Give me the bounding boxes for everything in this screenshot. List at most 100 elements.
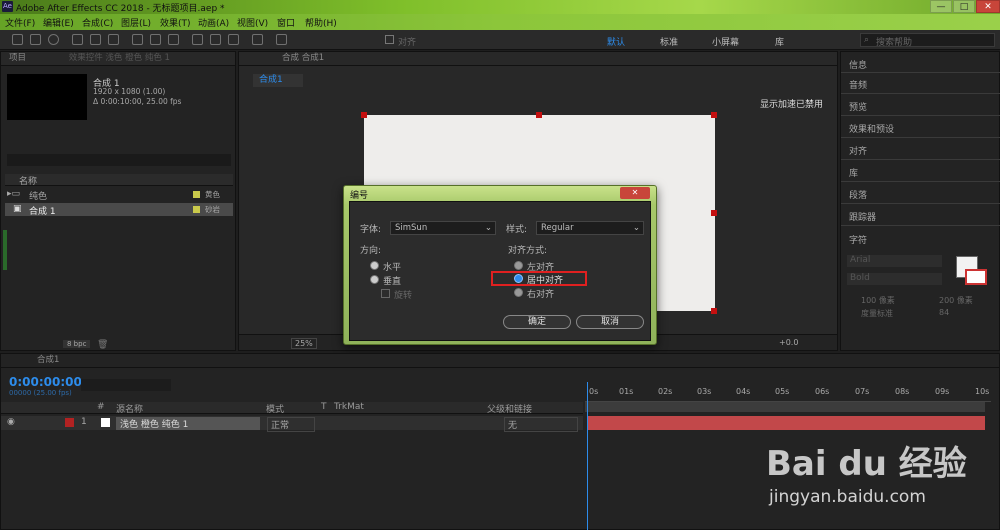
- panel-library[interactable]: 库: [849, 166, 858, 179]
- bpc-button[interactable]: 8 bpc: [63, 340, 91, 348]
- panel-effects-presets[interactable]: 效果和预设: [849, 122, 894, 135]
- radio-vertical[interactable]: [370, 275, 379, 284]
- roto-brush-tool-icon[interactable]: [252, 34, 263, 45]
- tick-label: 02s: [658, 387, 673, 396]
- col-trkmat[interactable]: TrkMat: [334, 402, 364, 412]
- tab-timeline[interactable]: 合成1: [37, 355, 59, 365]
- puppet-tool-icon[interactable]: [276, 34, 287, 45]
- tab-project[interactable]: 项目: [9, 53, 26, 63]
- col-parent[interactable]: 父级和链接: [487, 402, 532, 415]
- current-timecode[interactable]: 0:00:00:00: [9, 375, 82, 389]
- zoom-dropdown[interactable]: 25%: [291, 338, 317, 349]
- font-size-value[interactable]: 100 像素: [861, 295, 895, 306]
- eraser-tool-icon[interactable]: [228, 34, 239, 45]
- workspace-default[interactable]: 默认: [607, 35, 625, 48]
- playhead[interactable]: [587, 382, 588, 530]
- transform-handle[interactable]: [536, 112, 542, 118]
- rectangle-tool-icon[interactable]: [132, 34, 143, 45]
- tab-composition[interactable]: 合成 合成1: [282, 53, 324, 63]
- mode-dropdown[interactable]: 正常: [267, 417, 315, 432]
- col-source-name[interactable]: 源名称: [116, 402, 143, 415]
- font-dropdown[interactable]: SimSun ⌄: [390, 221, 496, 235]
- zoom-tool-icon[interactable]: [48, 34, 59, 45]
- exposure-value[interactable]: +0.0: [779, 338, 798, 347]
- menu-view[interactable]: 视图(V): [237, 16, 268, 29]
- panel-audio[interactable]: 音频: [849, 78, 867, 91]
- search-help-input[interactable]: ⌕ 搜索帮助: [860, 33, 995, 48]
- work-area-bar[interactable]: [585, 402, 985, 412]
- panel-preview[interactable]: 预览: [849, 100, 867, 113]
- label-color-swatch[interactable]: [193, 191, 200, 198]
- trash-icon[interactable]: 🗑: [97, 340, 108, 350]
- tab-effect-controls[interactable]: 效果控件 浅色 橙色 纯色 1: [69, 53, 170, 63]
- menu-composition[interactable]: 合成(C): [82, 16, 113, 29]
- search-placeholder: 搜索帮助: [876, 38, 913, 48]
- leading-value[interactable]: 200 像素: [939, 295, 973, 306]
- col-t[interactable]: T: [321, 402, 327, 412]
- align-checkbox[interactable]: [385, 35, 394, 44]
- workspace-small-screen[interactable]: 小屏幕: [712, 35, 739, 48]
- label-color-swatch[interactable]: [193, 206, 200, 213]
- transform-handle[interactable]: [361, 112, 367, 118]
- transform-handle[interactable]: [711, 210, 717, 216]
- type-tool-icon[interactable]: [168, 34, 179, 45]
- panel-character[interactable]: 字符: [849, 233, 867, 246]
- menu-file[interactable]: 文件(F): [5, 16, 35, 29]
- dialog-body: 字体: SimSun ⌄ 样式: Regular ⌄ 方向: 水平 垂直 旋转 …: [349, 201, 651, 341]
- menu-window[interactable]: 窗口: [277, 16, 295, 29]
- font-family-dropdown[interactable]: Arial: [847, 255, 942, 267]
- panel-info[interactable]: 信息: [849, 58, 867, 71]
- parent-dropdown[interactable]: 无: [504, 417, 578, 432]
- visibility-eye-icon[interactable]: ◉: [7, 417, 15, 427]
- panel-paragraph[interactable]: 段落: [849, 188, 867, 201]
- col-mode[interactable]: 模式: [266, 402, 284, 415]
- timeline-search-input[interactable]: [81, 379, 171, 391]
- time-ruler[interactable]: 0s 01s 02s 03s 04s 05s 06s 07s 08s 09s 1…: [585, 384, 991, 402]
- radio-horizontal[interactable]: [370, 261, 379, 270]
- project-search-input[interactable]: [7, 154, 231, 166]
- camera-tool-icon[interactable]: [90, 34, 101, 45]
- radio-align-left[interactable]: [514, 261, 523, 270]
- clone-tool-icon[interactable]: [210, 34, 221, 45]
- table-row[interactable]: ◉ 1 浅色 橙色 纯色 1 正常 无: [1, 416, 583, 432]
- maximize-button[interactable]: □: [953, 0, 975, 13]
- radio-align-right[interactable]: [514, 288, 523, 297]
- list-item-selected[interactable]: ▣ 合成 1 砂岩: [5, 203, 233, 217]
- workspace-library[interactable]: 库: [775, 35, 784, 48]
- panel-tracker[interactable]: 跟踪器: [849, 210, 876, 223]
- menu-effect[interactable]: 效果(T): [160, 16, 191, 29]
- title-bar: Ae Adobe After Effects CC 2018 - 无标题项目.a…: [0, 0, 1000, 14]
- close-button[interactable]: ✕: [976, 0, 1000, 13]
- rotate-tool-icon[interactable]: [72, 34, 83, 45]
- stroke-color-swatch[interactable]: [965, 269, 987, 285]
- column-name[interactable]: 名称: [19, 174, 37, 187]
- label-color-swatch[interactable]: [65, 418, 74, 427]
- menu-edit[interactable]: 编辑(E): [43, 16, 74, 29]
- list-item[interactable]: ▸▭ 纯色 黄色: [5, 189, 233, 202]
- pan-behind-tool-icon[interactable]: [108, 34, 119, 45]
- panel-align[interactable]: 对齐: [849, 144, 867, 157]
- hand-tool-icon[interactable]: [30, 34, 41, 45]
- workspace-standard[interactable]: 标准: [660, 35, 678, 48]
- kerning-value[interactable]: 度量标准: [861, 308, 893, 319]
- rotate-checkbox[interactable]: [381, 289, 390, 298]
- comp-subtab[interactable]: 合成1: [253, 74, 303, 87]
- transform-handle[interactable]: [711, 112, 717, 118]
- ok-button[interactable]: 确定: [503, 315, 571, 329]
- style-dropdown[interactable]: Regular ⌄: [536, 221, 644, 235]
- layer-name[interactable]: 浅色 橙色 纯色 1: [116, 417, 260, 430]
- minimize-button[interactable]: —: [930, 0, 952, 13]
- brush-tool-icon[interactable]: [192, 34, 203, 45]
- radio-align-center[interactable]: [514, 274, 523, 283]
- layer-duration-bar[interactable]: [587, 416, 985, 430]
- cancel-button[interactable]: 取消: [576, 315, 644, 329]
- transform-handle[interactable]: [711, 308, 717, 314]
- selection-tool-icon[interactable]: [12, 34, 23, 45]
- menu-help[interactable]: 帮助(H): [305, 16, 337, 29]
- tracking-value[interactable]: 84: [939, 308, 949, 317]
- menu-layer[interactable]: 图层(L): [121, 16, 151, 29]
- font-style-dropdown[interactable]: Bold: [847, 273, 942, 285]
- dialog-close-button[interactable]: ✕: [620, 187, 650, 199]
- pen-tool-icon[interactable]: [150, 34, 161, 45]
- menu-animation[interactable]: 动画(A): [198, 16, 229, 29]
